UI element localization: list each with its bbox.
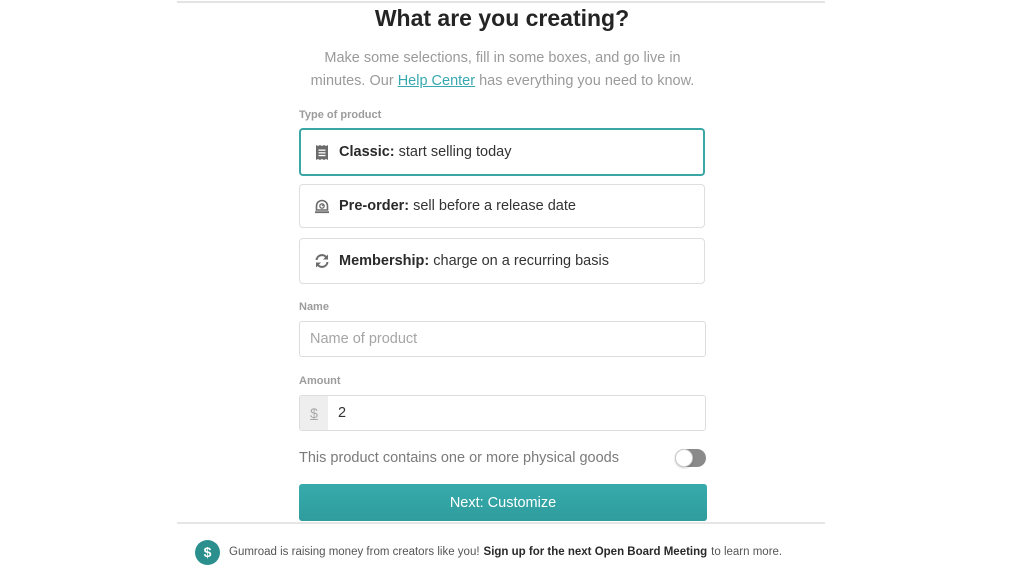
option-title: Pre-order: <box>339 198 410 214</box>
help-center-link[interactable]: Help Center <box>398 73 475 89</box>
product-type-option-membership[interactable]: Membership: charge on a recurring basis <box>299 238 705 284</box>
page-title: What are you creating? <box>374 5 630 31</box>
option-title: Classic: <box>339 144 395 160</box>
alarm-bell-icon <box>314 198 330 214</box>
bottom-divider <box>177 522 825 524</box>
toggle-knob <box>675 449 693 467</box>
product-type-option-preorder[interactable]: Pre-order: sell before a release date <box>299 184 705 228</box>
amount-label: Amount <box>299 375 341 387</box>
next-customize-button[interactable]: Next: Customize <box>299 484 707 521</box>
receipt-icon <box>314 144 330 160</box>
currency-prefix: $ <box>300 396 328 430</box>
open-board-meeting-link[interactable]: Sign up for the next Open Board Meeting <box>484 546 708 558</box>
page-subtitle: Make some selections, fill in some boxes… <box>300 47 705 93</box>
banner-text-after: to learn more. <box>711 546 783 558</box>
amount-input[interactable] <box>328 396 705 430</box>
amount-field: $ <box>299 395 706 431</box>
subtitle-text-after: has everything you need to know. <box>475 73 695 89</box>
refresh-icon <box>314 253 330 269</box>
option-description: sell before a release date <box>413 198 576 214</box>
product-name-input[interactable] <box>299 321 706 357</box>
physical-goods-label: This product contains one or more physic… <box>299 450 619 466</box>
product-type-label: Type of product <box>299 109 382 121</box>
option-description: start selling today <box>398 144 512 160</box>
banner-text-before: Gumroad is raising money from creators l… <box>229 546 480 558</box>
option-title: Membership: <box>339 253 430 269</box>
physical-goods-row: This product contains one or more physic… <box>299 448 707 468</box>
option-description: charge on a recurring basis <box>433 253 609 269</box>
name-label: Name <box>299 301 329 313</box>
physical-goods-toggle[interactable] <box>675 449 706 467</box>
product-type-option-classic[interactable]: Classic: start selling today <box>299 128 705 176</box>
fundraising-banner: $ Gumroad is raising money from creators… <box>195 539 782 565</box>
dollar-coin-icon: $ <box>195 539 220 565</box>
